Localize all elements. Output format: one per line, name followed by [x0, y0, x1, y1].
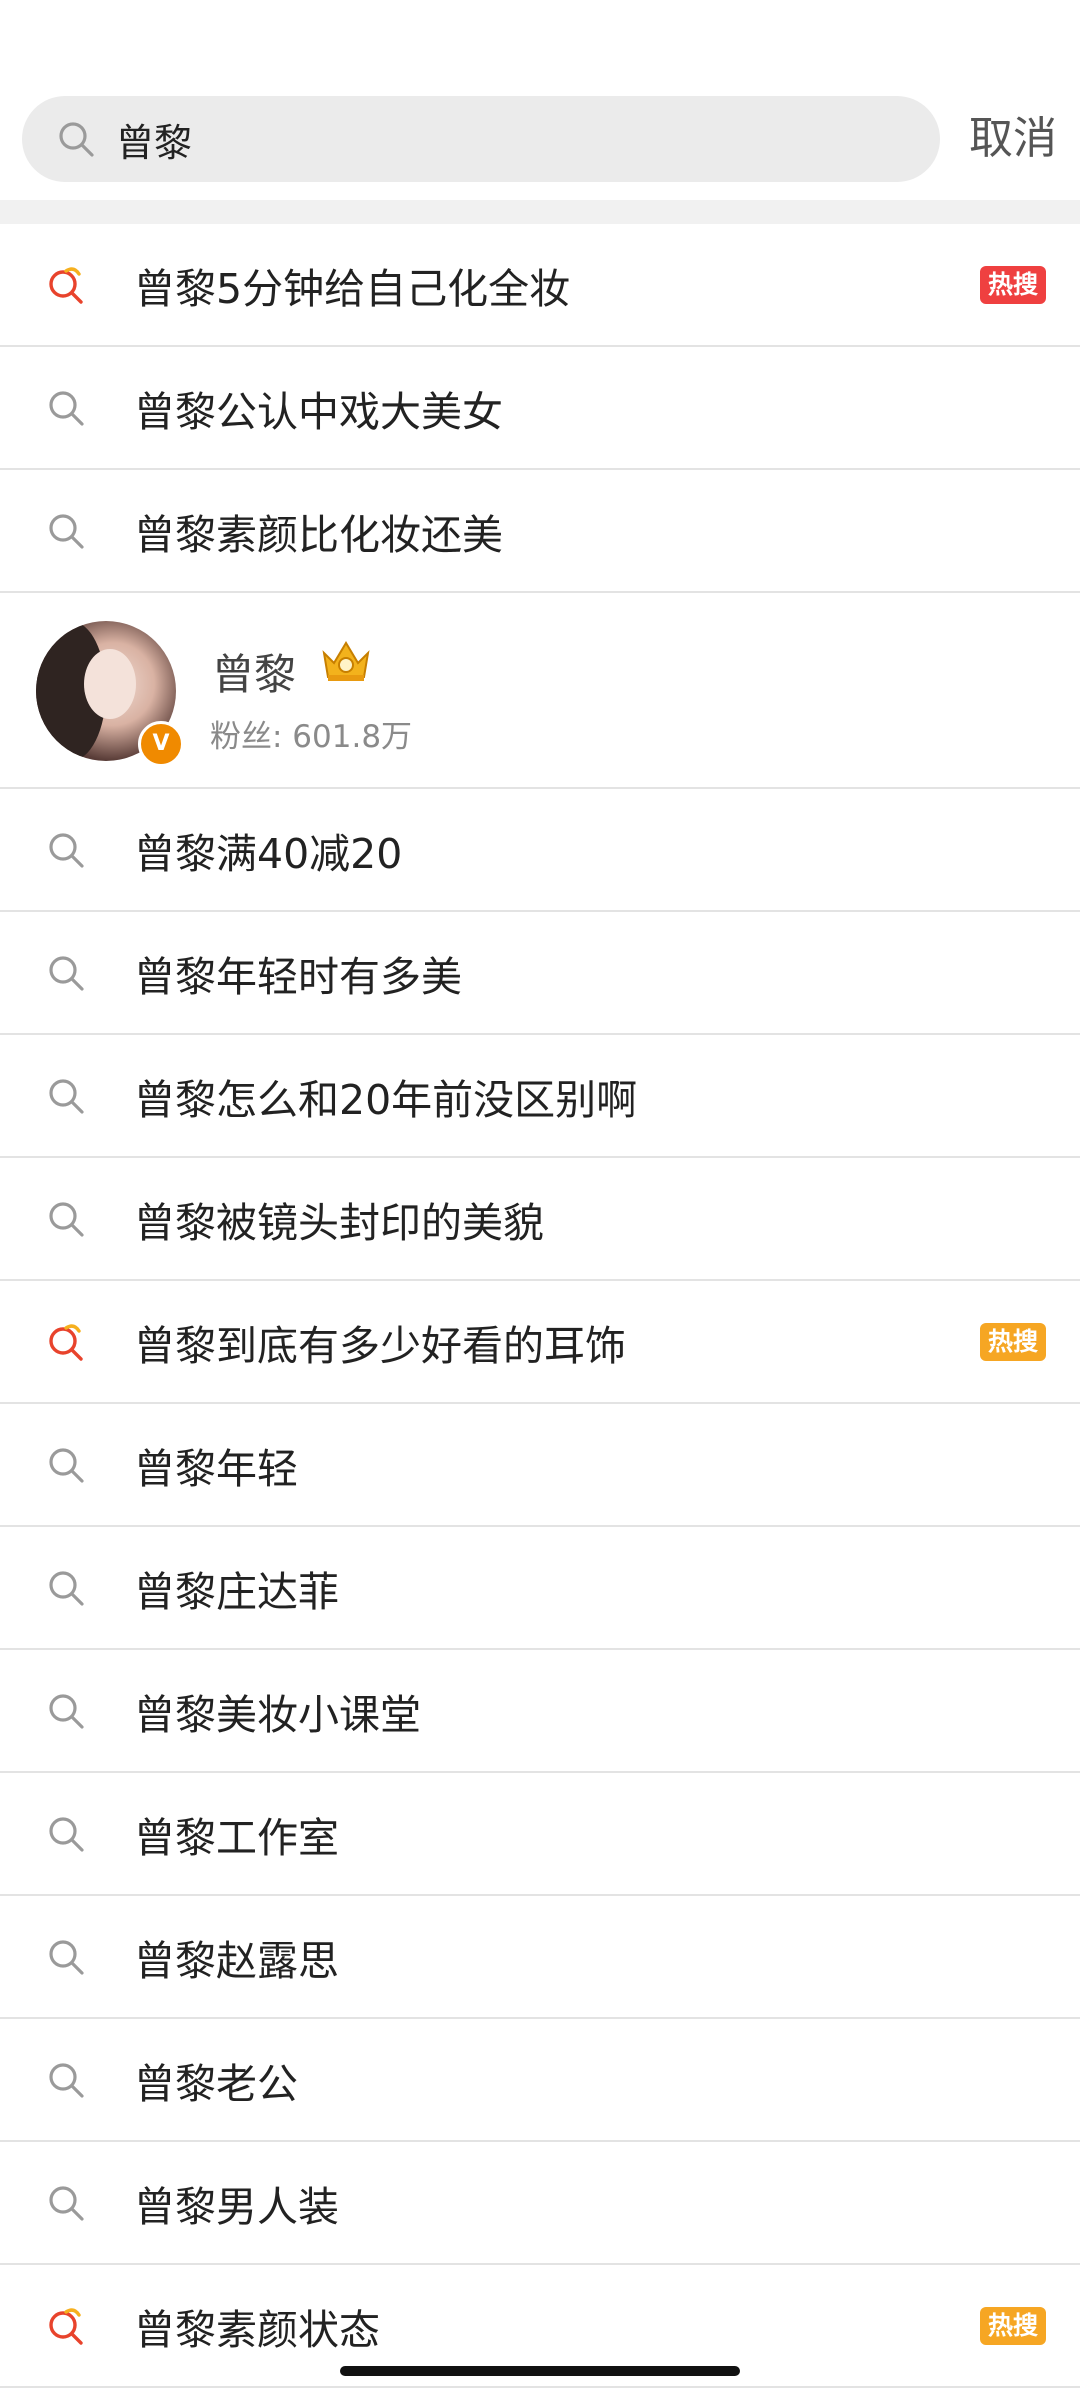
hot-search-icon — [49, 2307, 83, 2345]
search-icon — [49, 1816, 84, 1852]
suggestion-row[interactable]: 曾黎赵露思 — [0, 1896, 1080, 2019]
suggestion-text: 曾黎男人装 — [134, 2182, 339, 2231]
suggestion-text: 曾黎老公 — [134, 2059, 298, 2108]
suggestion-text: 曾黎素颜状态 — [134, 2305, 380, 2354]
search-icon — [49, 1201, 84, 1237]
search-bar[interactable] — [22, 96, 940, 182]
suggestion-text: 曾黎年轻 — [134, 1444, 298, 1493]
section-divider — [0, 200, 1080, 224]
hot-search-badge: 热搜 — [980, 1322, 1046, 1361]
suggestion-list-top: 曾黎5分钟给自己化全妆 热搜曾黎公认中戏大美女 曾黎素颜比化妆还美 — [0, 224, 1080, 593]
suggestion-text: 曾黎赵露思 — [134, 1936, 339, 1985]
search-icon — [49, 1570, 84, 1606]
hot-search-icon — [49, 266, 83, 304]
suggestion-text: 曾黎素颜比化妆还美 — [134, 510, 503, 559]
suggestion-row[interactable]: 曾黎男人装 — [0, 2142, 1080, 2265]
suggestion-text: 曾黎满40减20 — [134, 829, 403, 878]
followers-count: 粉丝: 601.8万 — [210, 719, 413, 755]
hot-search-badge: 热搜 — [980, 265, 1046, 304]
search-input[interactable] — [116, 117, 876, 161]
suggestion-row[interactable]: 曾黎怎么和20年前没区别啊 — [0, 1035, 1080, 1158]
crown-icon — [322, 641, 370, 681]
suggestion-row[interactable]: 曾黎年轻时有多美 — [0, 912, 1080, 1035]
search-icon — [49, 390, 84, 426]
suggestion-list-bottom: 曾黎满40减20 曾黎年轻时有多美 曾黎怎么和20年前没区别啊 曾黎被镜头封印的美貌曾… — [0, 789, 1080, 2388]
search-icon — [49, 513, 84, 549]
suggestion-text: 曾黎公认中戏大美女 — [134, 387, 503, 436]
suggestion-text: 曾黎美妆小课堂 — [134, 1690, 421, 1739]
suggestion-text: 曾黎怎么和20年前没区别啊 — [134, 1075, 638, 1124]
suggestion-row[interactable]: 曾黎被镜头封印的美貌 — [0, 1158, 1080, 1281]
suggestion-row[interactable]: 曾黎公认中戏大美女 — [0, 347, 1080, 470]
suggestion-row[interactable]: 曾黎庄达菲 — [0, 1527, 1080, 1650]
search-icon — [49, 2062, 84, 2098]
suggestion-text: 曾黎被镜头封印的美貌 — [134, 1198, 544, 1247]
suggestion-row[interactable]: 曾黎工作室 — [0, 1773, 1080, 1896]
search-icon — [49, 1693, 84, 1729]
suggestion-row[interactable]: 曾黎满40减20 — [0, 789, 1080, 912]
suggestion-text: 曾黎到底有多少好看的耳饰 — [134, 1321, 626, 1370]
suggestion-text: 曾黎年轻时有多美 — [134, 952, 462, 1001]
suggestion-text: 曾黎5分钟给自己化全妆 — [134, 264, 571, 313]
hot-search-badge: 热搜 — [980, 2306, 1046, 2345]
search-icon — [59, 122, 94, 157]
home-indicator[interactable] — [340, 2366, 740, 2376]
suggestion-text: 曾黎庄达菲 — [134, 1567, 339, 1616]
search-icon — [49, 1078, 84, 1114]
search-icon — [49, 1447, 84, 1483]
search-header: 取消 — [0, 0, 1080, 200]
hot-search-icon — [49, 1323, 83, 1361]
verified-badge-icon: V — [138, 721, 184, 767]
search-icon — [49, 2185, 84, 2221]
hot-suggestion-row[interactable]: 曾黎到底有多少好看的耳饰 热搜 — [0, 1281, 1080, 1404]
user-result-row[interactable]: V 曾黎 粉丝: 601.8万 — [0, 593, 1080, 789]
suggestion-row[interactable]: 曾黎素颜比化妆还美 — [0, 470, 1080, 593]
suggestion-list: 曾黎5分钟给自己化全妆 热搜 曾黎公认中戏大美女 曾黎素颜比化妆还美 V 曾黎 粉丝:… — [0, 224, 1080, 2388]
suggestion-row[interactable]: 曾黎老公 — [0, 2019, 1080, 2142]
search-icon — [49, 1939, 84, 1975]
suggestion-text: 曾黎工作室 — [134, 1813, 339, 1862]
user-name: 曾黎 — [212, 650, 297, 699]
cancel-button[interactable]: 取消 — [958, 108, 1068, 170]
suggestion-row[interactable]: 曾黎美妆小课堂 — [0, 1650, 1080, 1773]
search-icon — [49, 955, 84, 991]
hot-suggestion-row[interactable]: 曾黎5分钟给自己化全妆 热搜 — [0, 224, 1080, 347]
suggestion-row[interactable]: 曾黎年轻 — [0, 1404, 1080, 1527]
search-icon — [49, 832, 84, 868]
